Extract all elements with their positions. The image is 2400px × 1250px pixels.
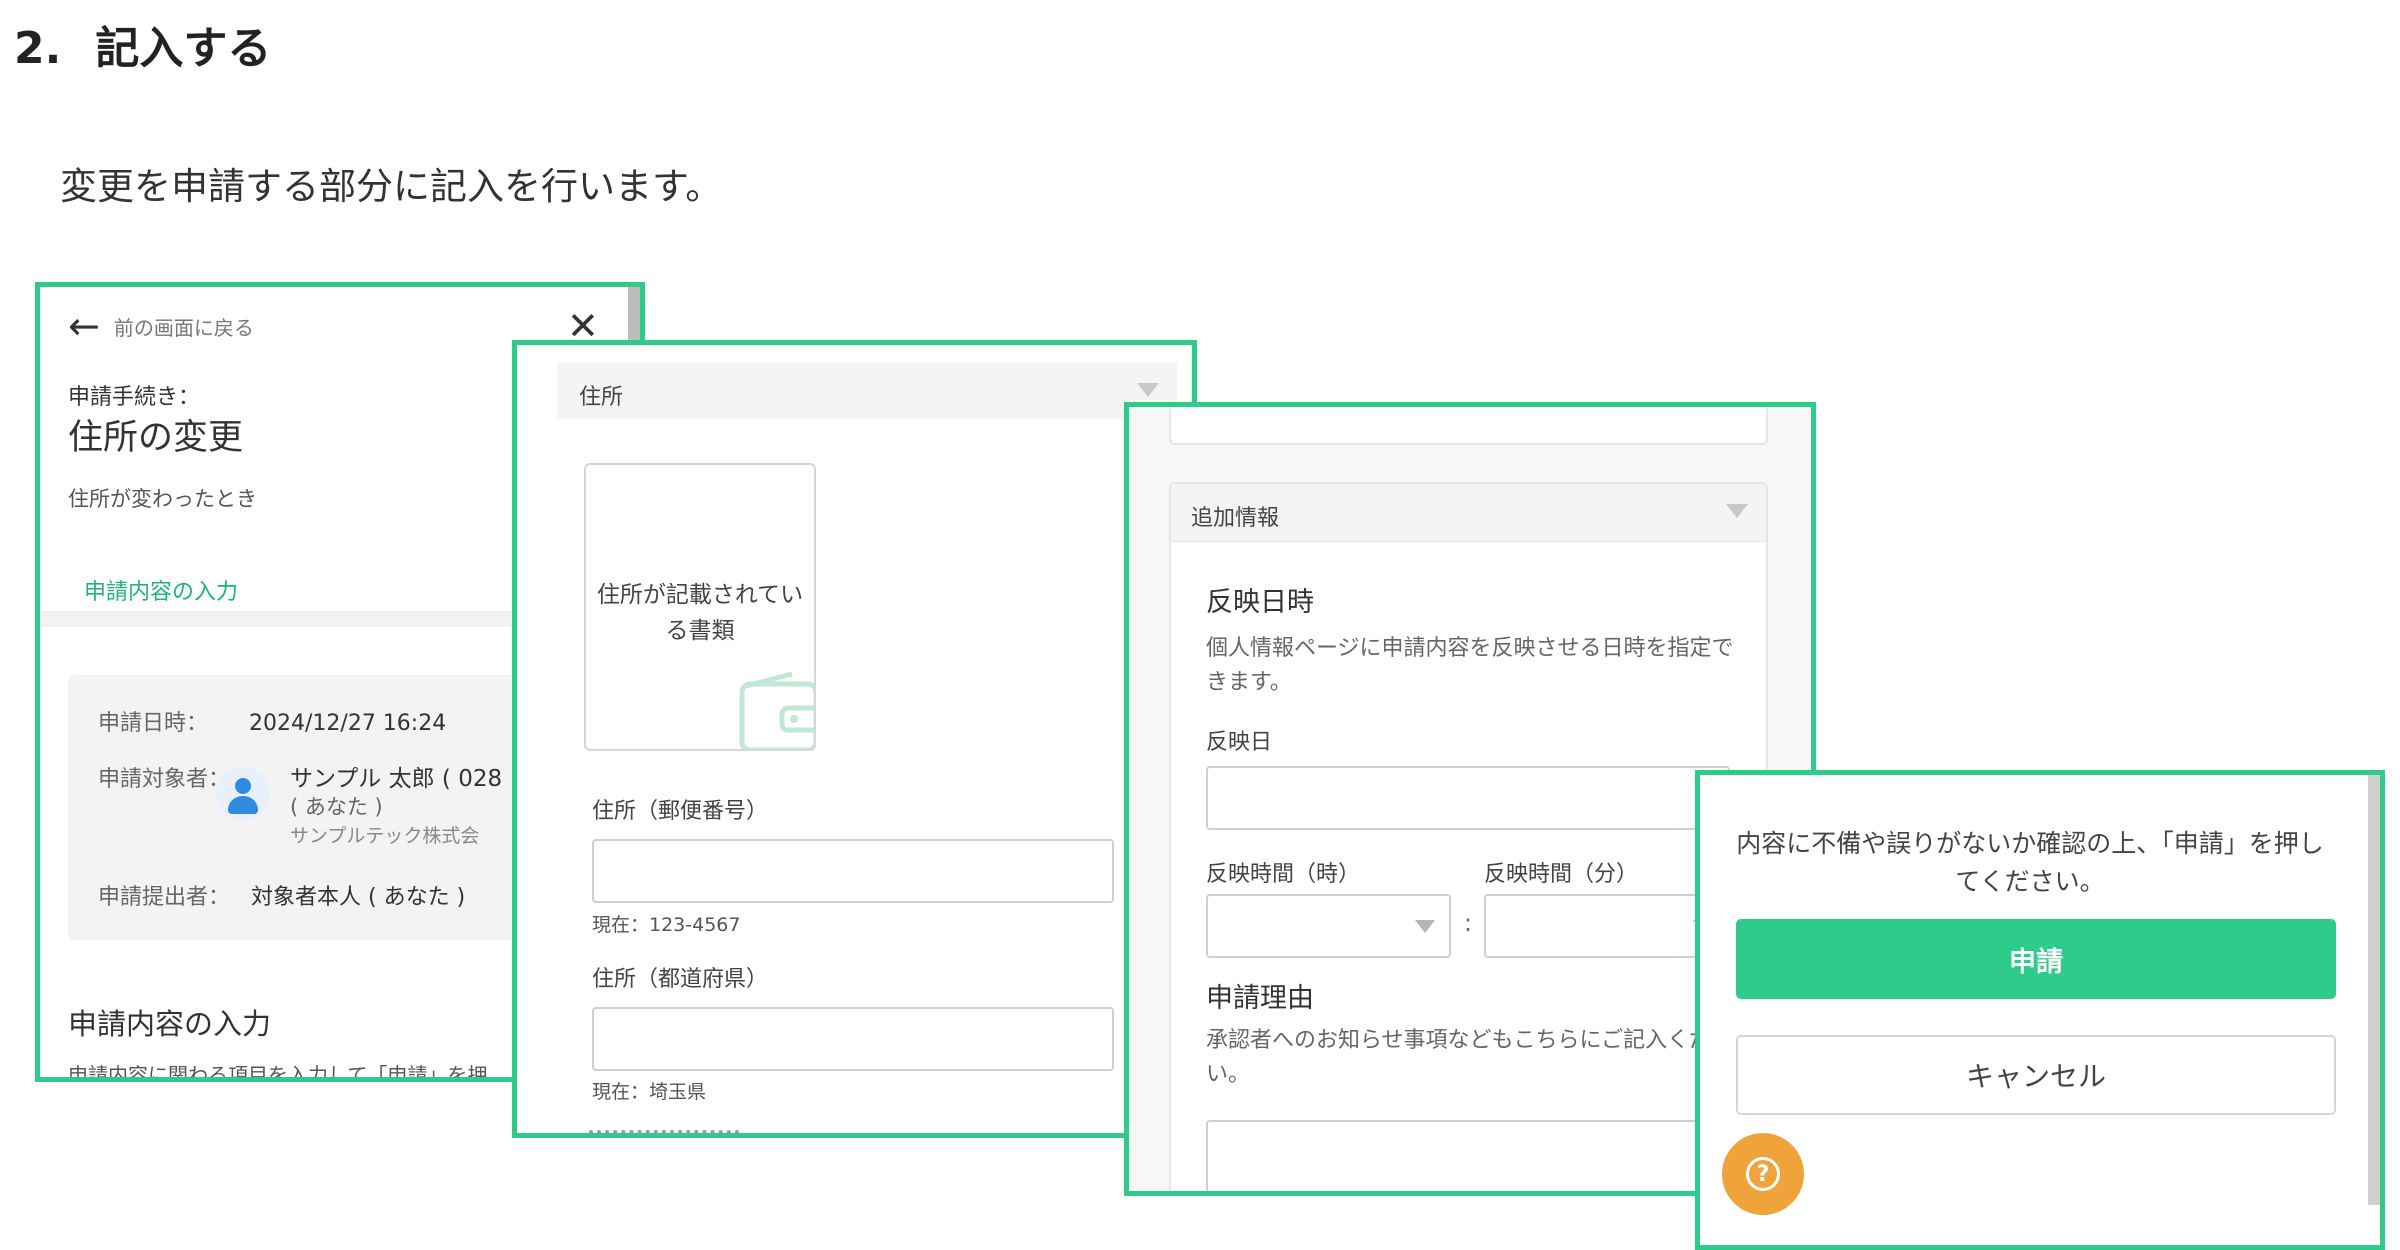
prefecture-input[interactable] (592, 1007, 1114, 1071)
back-arrow-icon: ← (68, 304, 100, 348)
help-icon: ? (1746, 1157, 1780, 1191)
reflect-datetime-title: 反映日時 (1206, 587, 1314, 618)
procedure-label: 申請手続き： (68, 385, 201, 410)
reflect-minute-select[interactable] (1484, 894, 1729, 958)
procedure-title: 住所の変更 (68, 418, 244, 458)
reflect-minute-label: 反映時間（分） (1484, 862, 1639, 887)
postal-current-value: 現在：123-4567 (592, 914, 741, 936)
wallet-icon (739, 671, 814, 749)
target-user-company: サンプルテック株式会 (290, 825, 480, 847)
tab-application-input[interactable]: 申請内容の入力 (84, 574, 239, 615)
heading-text: 記入する (95, 23, 272, 74)
cancel-button[interactable]: キャンセル (1736, 1035, 2336, 1115)
submitter-label: 申請提出者： (98, 885, 231, 910)
document-label-line1: 住所が記載されてい (596, 582, 804, 608)
clipped-content (589, 1130, 739, 1133)
scrollbar[interactable] (628, 287, 640, 347)
reflect-hour-label: 反映時間（時） (1206, 862, 1361, 887)
reflect-datetime-description: 個人情報ページに申請内容を反映させる日時を指定できます。 (1206, 636, 1734, 695)
submitter-value: 対象者本人 ( あなた ) (251, 885, 466, 910)
help-button[interactable]: ? (1722, 1133, 1804, 1215)
date-label: 申請日時： (98, 711, 209, 736)
reflect-hour-select[interactable] (1206, 894, 1451, 958)
submit-panel: 内容に不備や誤りがないか確認の上、「申請」を押してください。 申請 キャンセル … (1695, 770, 2385, 1250)
target-user-name: サンプル 太郎 ( 028 (290, 766, 503, 792)
reason-description: 承認者へのお知らせ事項などもこちらにご記入ください。 (1206, 1028, 1734, 1087)
heading-number: 2. (14, 23, 62, 74)
additional-info-accordion-header[interactable]: 追加情報 (1171, 484, 1766, 542)
avatar (216, 767, 270, 821)
postal-label: 住所（郵便番号） (592, 799, 769, 824)
confirm-message: 内容に不備や誤りがないか確認の上、「申請」を押してください。 (1736, 829, 2324, 896)
prefecture-label: 住所（都道府県） (592, 967, 769, 992)
chevron-down-icon (1137, 383, 1159, 397)
info-row-submitter: 申請提出者： 対象者本人 ( あなた ) (98, 879, 465, 911)
reason-title: 申請理由 (1206, 983, 1314, 1014)
date-value: 2024/12/27 16:24 (249, 711, 447, 736)
intro-text: 変更を申請する部分に記入を行います。 (60, 165, 723, 208)
info-row-target: 申請対象者： (98, 761, 230, 793)
address-panel: 住所 住所が記載されてい る書類 住所（郵便番号） 現在：123-4567 住所… (512, 340, 1197, 1138)
target-label: 申請対象者： (98, 767, 231, 792)
reflect-date-label: 反映日 (1206, 730, 1273, 755)
prefecture-current-value: 現在：埼玉県 (592, 1081, 707, 1103)
address-accordion-header[interactable]: 住所 (557, 363, 1177, 419)
reflect-date-input[interactable] (1206, 766, 1730, 830)
scrollbar[interactable] (2368, 775, 2380, 1205)
additional-info-header-label: 追加情報 (1191, 506, 1280, 531)
previous-card (1169, 407, 1768, 445)
document-label-line2: る書類 (665, 618, 735, 644)
address-header-label: 住所 (579, 385, 624, 410)
additional-info-card: 追加情報 反映日時 個人情報ページに申請内容を反映させる日時を指定できます。 反… (1169, 482, 1768, 1191)
time-separator: : (1464, 909, 1473, 937)
section-description: 申請内容に関わる項目を入力して「申請」を押 (68, 1063, 488, 1082)
chevron-down-icon (1415, 920, 1435, 933)
submit-button[interactable]: 申請 (1736, 919, 2336, 999)
chevron-down-icon (1726, 504, 1748, 518)
back-link[interactable]: ← 前の画面に戻る (68, 307, 254, 345)
page-heading: 2. 記入する (14, 12, 271, 76)
target-user-you: ( あなた ) (290, 795, 383, 819)
reason-textarea[interactable] (1206, 1120, 1730, 1191)
postal-code-input[interactable] (592, 839, 1114, 903)
info-row-date: 申請日時： 2024/12/27 16:24 (98, 705, 446, 737)
back-label: 前の画面に戻る (113, 315, 254, 340)
procedure-description: 住所が変わったとき (68, 487, 257, 511)
document-upload[interactable]: 住所が記載されてい る書類 (584, 463, 816, 751)
section-title: 申請内容の入力 (68, 1007, 272, 1041)
